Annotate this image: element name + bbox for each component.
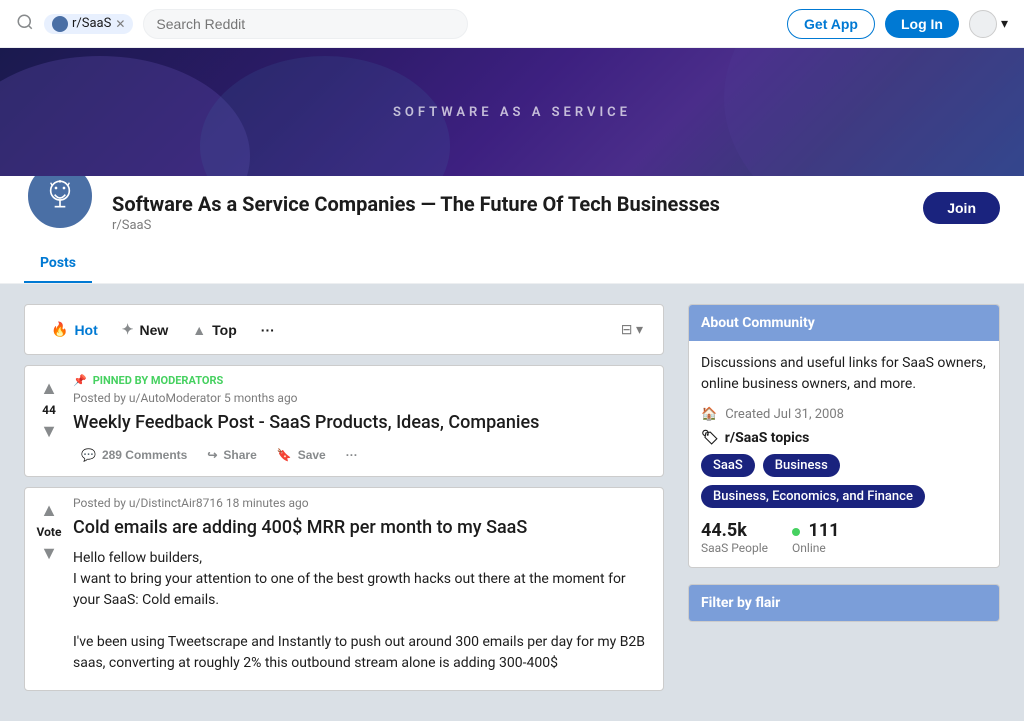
hot-icon: 🔥	[51, 321, 68, 338]
about-body: Discussions and useful links for SaaS ow…	[689, 341, 999, 567]
user-menu[interactable]: ▾	[969, 10, 1008, 38]
search-input[interactable]	[156, 16, 455, 32]
join-button[interactable]: Join	[923, 192, 1000, 224]
online-count: 111	[792, 520, 839, 541]
subreddit-info: Software As a Service Companies — The Fu…	[112, 188, 907, 233]
online-stat: 111 Online	[792, 520, 839, 555]
new-icon: ✦	[122, 321, 134, 338]
post-actions: 💬 289 Comments ↪ Share 🔖 Save ···	[73, 442, 655, 468]
downvote-button[interactable]: ▼	[40, 421, 58, 442]
subreddit-tabs: Posts	[0, 245, 1024, 283]
login-button[interactable]: Log In	[885, 10, 959, 38]
tag-business-eco[interactable]: Business, Economics, and Finance	[701, 485, 925, 508]
sort-new-button[interactable]: ✦ New	[112, 315, 179, 344]
online-label: Online	[792, 541, 839, 555]
vote-controls: ▲ 44 ▼	[33, 374, 65, 468]
filter-header: Filter by flair	[689, 585, 999, 621]
upvote-button[interactable]: ▲	[40, 500, 58, 521]
top-icon: ▲	[192, 322, 206, 338]
post-content: 📌 PINNED BY MODERATORS Posted by u/AutoM…	[73, 374, 655, 468]
post-body: Hello fellow builders, I want to bring y…	[73, 548, 655, 674]
downvote-button[interactable]: ▼	[40, 543, 58, 564]
pinned-label: 📌 PINNED BY MODERATORS	[73, 374, 655, 387]
post-meta: Posted by u/DistinctAir8716 18 minutes a…	[73, 496, 655, 510]
created-meta: 🏠 Created Jul 31, 2008	[701, 407, 987, 422]
main-content: 🔥 Hot ✦ New ▲ Top ··· ⊟ ▾ ▲ 44 ▼	[0, 304, 1024, 701]
community-stats: 44.5k SaaS People 111 Online	[701, 520, 987, 555]
comments-icon: 💬	[81, 448, 96, 462]
sort-top-button[interactable]: ▲ Top	[182, 316, 246, 344]
get-app-button[interactable]: Get App	[787, 9, 875, 39]
tag-saas[interactable]: SaaS	[701, 454, 755, 477]
share-button[interactable]: ↪ Share	[199, 442, 264, 468]
subreddit-label: r/SaaS	[72, 16, 111, 31]
subreddit-title: Software As a Service Companies — The Fu…	[112, 192, 907, 216]
post-title[interactable]: Weekly Feedback Post - SaaS Products, Id…	[73, 411, 655, 434]
post-body-line1: Hello fellow builders,	[73, 548, 655, 569]
upvote-button[interactable]: ▲	[40, 378, 58, 399]
post-card: ▲ Vote ▼ Posted by u/DistinctAir8716 18 …	[24, 487, 664, 690]
members-stat: 44.5k SaaS People	[701, 520, 768, 555]
sort-hot-button[interactable]: 🔥 Hot	[41, 315, 108, 344]
vote-label: Vote	[37, 525, 62, 539]
pin-icon: 📌	[73, 374, 87, 387]
chevron-down-icon: ▾	[1001, 16, 1008, 32]
bookmark-icon: 🔖	[277, 448, 292, 462]
subreddit-banner: SOFTWARE AS A SERVICE	[0, 48, 1024, 176]
search-bar[interactable]	[143, 9, 468, 39]
subreddit-header: Software As a Service Companies — The Fu…	[0, 176, 1024, 284]
about-description: Discussions and useful links for SaaS ow…	[701, 353, 987, 395]
close-pill-icon[interactable]: ✕	[115, 17, 125, 31]
members-label: SaaS People	[701, 541, 768, 555]
banner-title: SOFTWARE AS A SERVICE	[393, 105, 631, 120]
vote-controls: ▲ Vote ▼	[33, 496, 65, 681]
globe-icon	[52, 16, 68, 32]
post-title[interactable]: Cold emails are adding 400$ MRR per mont…	[73, 516, 655, 539]
search-icon	[16, 13, 34, 35]
more-button[interactable]: ···	[338, 442, 366, 468]
comments-button[interactable]: 💬 289 Comments	[73, 442, 195, 468]
post-body-line3: I've been using Tweetscrape and Instantl…	[73, 632, 655, 674]
post-meta: Posted by u/AutoModerator 5 months ago	[73, 391, 655, 405]
tag-icon: 🏷	[701, 430, 719, 446]
filter-flair-card: Filter by flair	[688, 584, 1000, 622]
post-body-line2: I want to bring your attention to one of…	[73, 569, 655, 611]
tab-posts[interactable]: Posts	[24, 245, 92, 283]
topnav: r/SaaS ✕ Get App Log In ▾	[0, 0, 1024, 48]
sort-bar: 🔥 Hot ✦ New ▲ Top ··· ⊟ ▾	[24, 304, 664, 355]
share-icon: ↪	[207, 448, 217, 462]
sort-more-button[interactable]: ···	[251, 316, 285, 344]
post-card: ▲ 44 ▼ 📌 PINNED BY MODERATORS Posted by …	[24, 365, 664, 477]
avatar	[969, 10, 997, 38]
topics-tags: SaaS Business Business, Economics, and F…	[701, 454, 987, 508]
posts-column: 🔥 Hot ✦ New ▲ Top ··· ⊟ ▾ ▲ 44 ▼	[24, 304, 664, 701]
members-count: 44.5k	[701, 520, 768, 541]
about-community-card: About Community Discussions and useful l…	[688, 304, 1000, 568]
sidebar: About Community Discussions and useful l…	[688, 304, 1000, 701]
tag-business[interactable]: Business	[763, 454, 840, 477]
vote-count: 44	[42, 403, 56, 417]
view-toggle[interactable]: ⊟ ▾	[617, 318, 647, 342]
save-button[interactable]: 🔖 Save	[269, 442, 334, 468]
calendar-icon: 🏠	[701, 407, 717, 422]
subreddit-pill[interactable]: r/SaaS ✕	[44, 14, 133, 34]
topics-label: 🏷 r/SaaS topics	[701, 430, 987, 446]
post-content: Posted by u/DistinctAir8716 18 minutes a…	[73, 496, 655, 681]
subreddit-name: r/SaaS	[112, 218, 907, 233]
online-dot-icon	[792, 528, 800, 536]
about-header: About Community	[689, 305, 999, 341]
